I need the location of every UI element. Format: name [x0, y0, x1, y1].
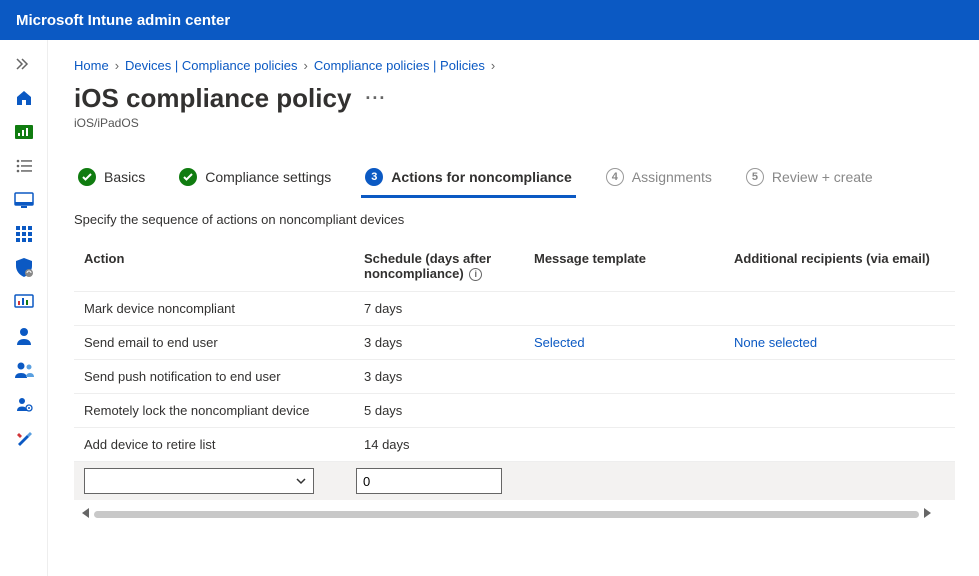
cell-schedule: 3 days: [354, 326, 524, 360]
page-subtitle: iOS/iPadOS: [74, 116, 979, 130]
schedule-input[interactable]: [356, 468, 502, 494]
step-review-create[interactable]: 5 Review + create: [742, 158, 877, 198]
chevron-right-icon: ›: [491, 58, 495, 73]
app-header: Microsoft Intune admin center: [0, 0, 979, 40]
step-label: Review + create: [772, 169, 873, 185]
cell-message: [524, 394, 724, 428]
cell-message: [524, 292, 724, 326]
cell-message: [524, 360, 724, 394]
security-icon[interactable]: [14, 258, 34, 278]
users-icon[interactable]: [14, 360, 34, 380]
step-number: 3: [365, 168, 383, 186]
cell-schedule: 14 days: [354, 428, 524, 462]
breadcrumb-link[interactable]: Devices | Compliance policies: [125, 58, 297, 73]
chevron-right-icon: ›: [303, 58, 307, 73]
add-action-row: [74, 462, 955, 501]
wizard-steps: Basics Compliance settings 3 Actions for…: [74, 158, 979, 198]
list-icon[interactable]: [14, 156, 34, 176]
message-template-link[interactable]: Selected: [524, 326, 724, 360]
cell-message: [524, 428, 724, 462]
cell-recipients: [724, 428, 955, 462]
step-basics[interactable]: Basics: [74, 158, 149, 198]
instruction-text: Specify the sequence of actions on nonco…: [74, 212, 979, 227]
step-actions-noncompliance[interactable]: 3 Actions for noncompliance: [361, 158, 575, 198]
step-label: Actions for noncompliance: [391, 169, 571, 185]
actions-table-wrap: Action Schedule (days after noncomplianc…: [74, 245, 979, 522]
scrollbar-track[interactable]: [94, 511, 919, 518]
actions-table: Action Schedule (days after noncomplianc…: [74, 245, 955, 500]
cell-action: Send push notification to end user: [74, 360, 354, 394]
cell-schedule: 3 days: [354, 360, 524, 394]
more-actions-button[interactable]: ···: [365, 88, 386, 109]
step-label: Compliance settings: [205, 169, 331, 185]
cell-schedule: 5 days: [354, 394, 524, 428]
col-recipients: Additional recipients (via email): [724, 245, 955, 292]
cell-action: Mark device noncompliant: [74, 292, 354, 326]
monitor-icon[interactable]: [14, 190, 34, 210]
cell-recipients: [724, 394, 955, 428]
recipients-link[interactable]: None selected: [724, 326, 955, 360]
step-label: Assignments: [632, 169, 712, 185]
info-icon[interactable]: i: [469, 268, 482, 281]
main-content: Home › Devices | Compliance policies › C…: [48, 40, 979, 576]
action-select[interactable]: [84, 468, 314, 494]
step-compliance-settings[interactable]: Compliance settings: [175, 158, 335, 198]
step-assignments[interactable]: 4 Assignments: [602, 158, 716, 198]
check-icon: [179, 168, 197, 186]
table-row[interactable]: Send push notification to end user 3 day…: [74, 360, 955, 394]
check-icon: [78, 168, 96, 186]
report-icon[interactable]: [14, 292, 34, 312]
page-title-row: iOS compliance policy ···: [74, 83, 979, 114]
cell-schedule: 7 days: [354, 292, 524, 326]
layout: Home › Devices | Compliance policies › C…: [0, 40, 979, 576]
step-number: 4: [606, 168, 624, 186]
scroll-left-icon[interactable]: [82, 508, 89, 518]
apps-icon[interactable]: [14, 224, 34, 244]
tools-icon[interactable]: [14, 428, 34, 448]
breadcrumb: Home › Devices | Compliance policies › C…: [74, 58, 979, 73]
cell-action: Remotely lock the noncompliant device: [74, 394, 354, 428]
breadcrumb-link[interactable]: Compliance policies | Policies: [314, 58, 485, 73]
sidebar: [0, 40, 48, 576]
page-title: iOS compliance policy: [74, 83, 351, 114]
table-row[interactable]: Send email to end user 3 days Selected N…: [74, 326, 955, 360]
table-row[interactable]: Remotely lock the noncompliant device 5 …: [74, 394, 955, 428]
gear-user-icon[interactable]: [14, 394, 34, 414]
cell-action: Send email to end user: [74, 326, 354, 360]
scroll-right-icon[interactable]: [924, 508, 931, 518]
dashboard-icon[interactable]: [14, 122, 34, 142]
chevron-right-icon: ›: [115, 58, 119, 73]
cell-recipients: [724, 360, 955, 394]
table-row[interactable]: Add device to retire list 14 days: [74, 428, 955, 462]
horizontal-scrollbar[interactable]: [82, 506, 931, 522]
col-action: Action: [74, 245, 354, 292]
app-title: Microsoft Intune admin center: [16, 12, 230, 29]
breadcrumb-link[interactable]: Home: [74, 58, 109, 73]
expand-icon[interactable]: [14, 54, 34, 74]
user-icon[interactable]: [14, 326, 34, 346]
cell-action: Add device to retire list: [74, 428, 354, 462]
cell-recipients: [724, 292, 955, 326]
col-schedule: Schedule (days after noncompliance) i: [354, 245, 524, 292]
col-message: Message template: [524, 245, 724, 292]
table-row[interactable]: Mark device noncompliant 7 days: [74, 292, 955, 326]
chevron-down-icon: [295, 475, 307, 487]
step-label: Basics: [104, 169, 145, 185]
step-number: 5: [746, 168, 764, 186]
home-icon[interactable]: [14, 88, 34, 108]
